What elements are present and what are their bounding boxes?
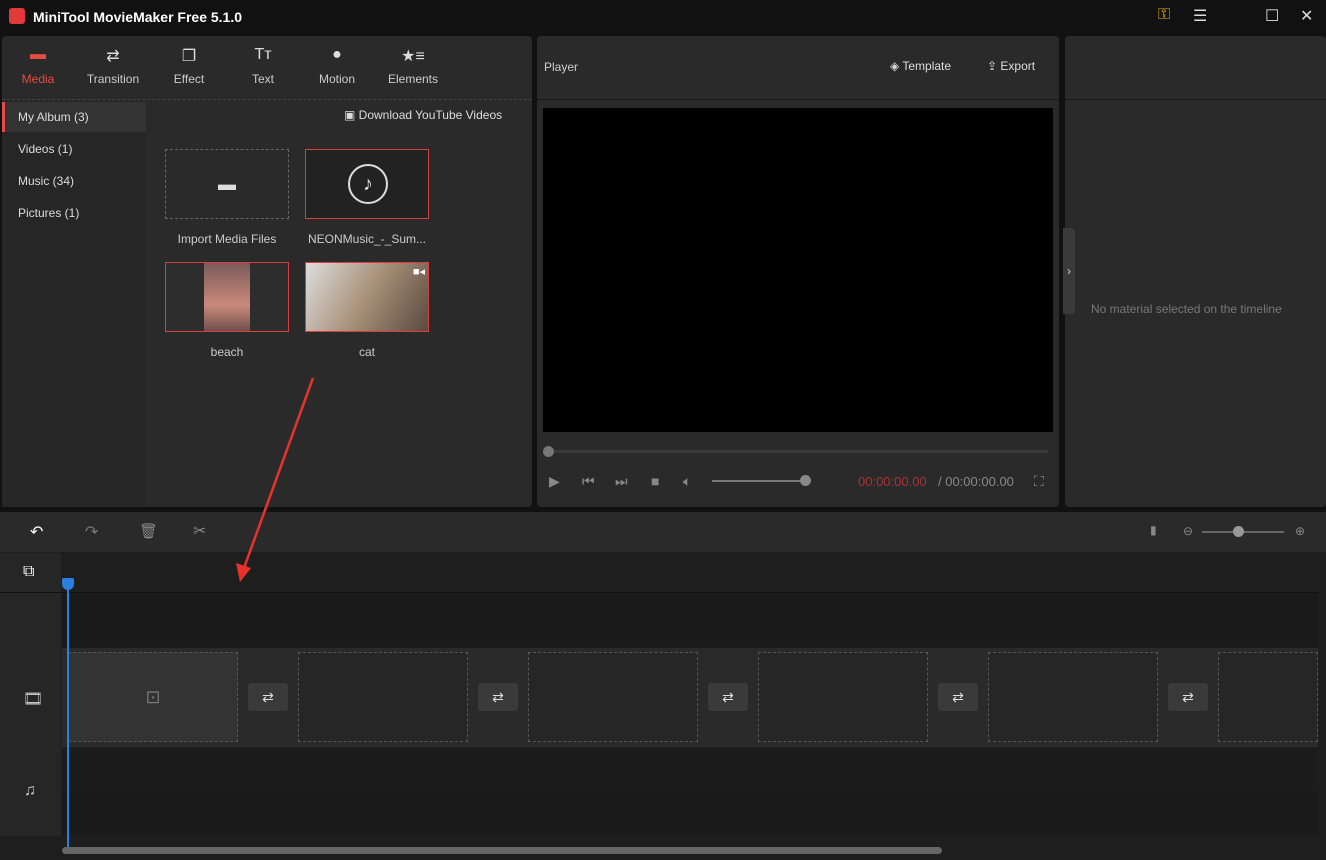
annotation-arrow — [236, 377, 315, 582]
